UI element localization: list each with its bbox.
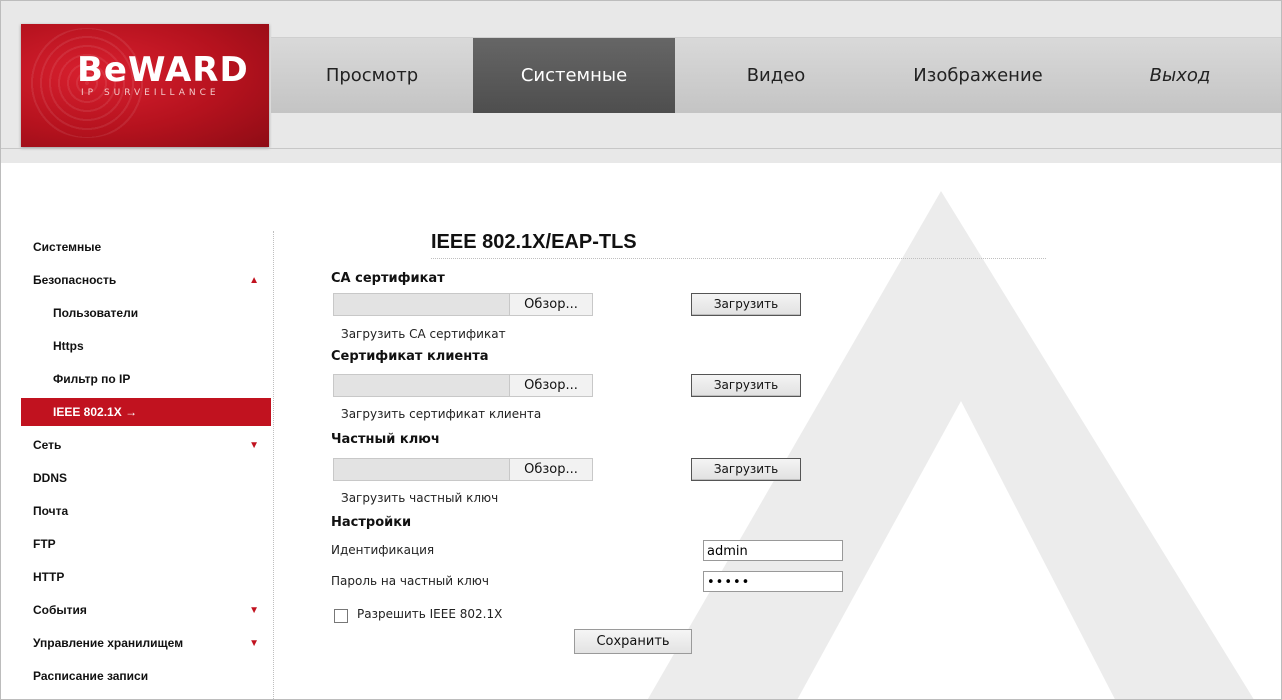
nav-item-logout[interactable]: Выход: [1079, 38, 1281, 113]
sidebar-item-label: Фильтр по IP: [53, 372, 131, 386]
sidebar-item-ddns[interactable]: DDNS: [21, 462, 271, 495]
sidebar-item-label: FTP: [33, 537, 56, 551]
ca-file-input[interactable]: Обзор...: [333, 293, 593, 316]
sidebar-item-label: HTTP: [33, 570, 65, 584]
sidebar-item-ftp[interactable]: FTP: [21, 528, 271, 561]
sidebar-item-https[interactable]: Https: [21, 330, 271, 363]
identity-label: Идентификация: [331, 543, 435, 557]
key-heading: Частный ключ: [331, 432, 440, 447]
triangle-down-icon: ▼: [249, 638, 259, 649]
client-heading: Сертификат клиента: [331, 349, 489, 364]
client-caption: Загрузить сертификат клиента: [341, 407, 542, 421]
nav-item-system[interactable]: Системные: [473, 38, 675, 113]
sidebar-item-network[interactable]: Сеть ▼: [21, 429, 271, 462]
password-label: Пароль на частный ключ: [331, 574, 489, 588]
sidebar-divider: [273, 231, 275, 699]
sidebar-item-record-schedule[interactable]: Расписание записи: [21, 660, 271, 693]
sidebar-item-label: Управление хранилищем: [33, 636, 184, 650]
nav-item-view[interactable]: Просмотр: [271, 38, 473, 113]
key-browse-button[interactable]: Обзор...: [509, 459, 592, 480]
nav-item-video[interactable]: Видео: [675, 38, 877, 113]
enable-8021x-label: Разрешить IEEE 802.1X: [357, 607, 503, 621]
settings-heading: Настройки: [331, 515, 412, 530]
sidebar-item-label: Системные: [33, 240, 102, 254]
sidebar-item-security[interactable]: Безопасность ▲: [21, 264, 271, 297]
client-upload-button[interactable]: Загрузить: [691, 374, 801, 397]
sidebar-item-events[interactable]: События ▼: [21, 594, 271, 627]
sidebar: Системные Безопасность ▲ Пользователи Htt…: [21, 231, 271, 693]
sidebar-item-label: Пользователи: [53, 306, 139, 320]
browser-page: BeWARD IP SURVEILLANCE Просмотр Системны…: [0, 0, 1282, 700]
sidebar-item-ieee8021x[interactable]: IEEE 802.1X →: [21, 398, 271, 426]
sidebar-item-label: Безопасность: [33, 273, 117, 287]
identity-field[interactable]: admin: [703, 540, 843, 561]
triangle-down-icon: ▼: [249, 440, 259, 451]
ca-caption: Загрузить CA сертификат: [341, 327, 506, 341]
sidebar-item-storage[interactable]: Управление хранилищем ▼: [21, 627, 271, 660]
page-title: IEEE 802.1X/EAP-TLS: [431, 231, 637, 253]
key-caption: Загрузить частный ключ: [341, 491, 499, 505]
sidebar-item-mail[interactable]: Почта: [21, 495, 271, 528]
arrow-right-icon: →: [125, 405, 138, 419]
watermark-logo: [647, 191, 1254, 699]
save-button[interactable]: Сохранить: [574, 629, 692, 654]
sidebar-item-label: События: [33, 603, 87, 617]
sidebar-item-label: Расписание записи: [33, 669, 149, 683]
brand-tagline: IP SURVEILLANCE: [81, 88, 220, 98]
triangle-down-icon: ▼: [249, 605, 259, 616]
sidebar-item-system[interactable]: Системные: [21, 231, 271, 264]
ca-heading: CA сертификат: [331, 271, 445, 286]
sidebar-item-label: IEEE 802.1X: [53, 405, 122, 419]
sidebar-item-users[interactable]: Пользователи: [21, 297, 271, 330]
client-file-input[interactable]: Обзор...: [333, 374, 593, 397]
ca-upload-button[interactable]: Загрузить: [691, 293, 801, 316]
key-file-input[interactable]: Обзор...: [333, 458, 593, 481]
title-divider: [431, 258, 1046, 259]
enable-8021x-checkbox[interactable]: [334, 609, 348, 623]
main-nav: Просмотр Системные Видео Изображение Вых…: [271, 37, 1281, 113]
client-browse-button[interactable]: Обзор...: [509, 375, 592, 396]
triangle-up-icon: ▲: [249, 275, 259, 286]
brand-logo[interactable]: BeWARD IP SURVEILLANCE: [21, 24, 269, 147]
header: BeWARD IP SURVEILLANCE Просмотр Системны…: [1, 1, 1281, 163]
sidebar-item-label: Сеть: [33, 438, 62, 452]
private-key-password-field[interactable]: •••••: [703, 571, 843, 592]
sidebar-item-label: Https: [53, 339, 84, 353]
key-upload-button[interactable]: Загрузить: [691, 458, 801, 481]
nav-item-image[interactable]: Изображение: [877, 38, 1079, 113]
sidebar-item-label: DDNS: [33, 471, 68, 485]
ca-browse-button[interactable]: Обзор...: [509, 294, 592, 315]
brand-name: BeWARD: [77, 50, 249, 90]
header-divider: [1, 148, 1281, 149]
sidebar-item-label: Почта: [33, 504, 69, 518]
sidebar-item-ip-filter[interactable]: Фильтр по IP: [21, 363, 271, 396]
sidebar-item-http[interactable]: HTTP: [21, 561, 271, 594]
